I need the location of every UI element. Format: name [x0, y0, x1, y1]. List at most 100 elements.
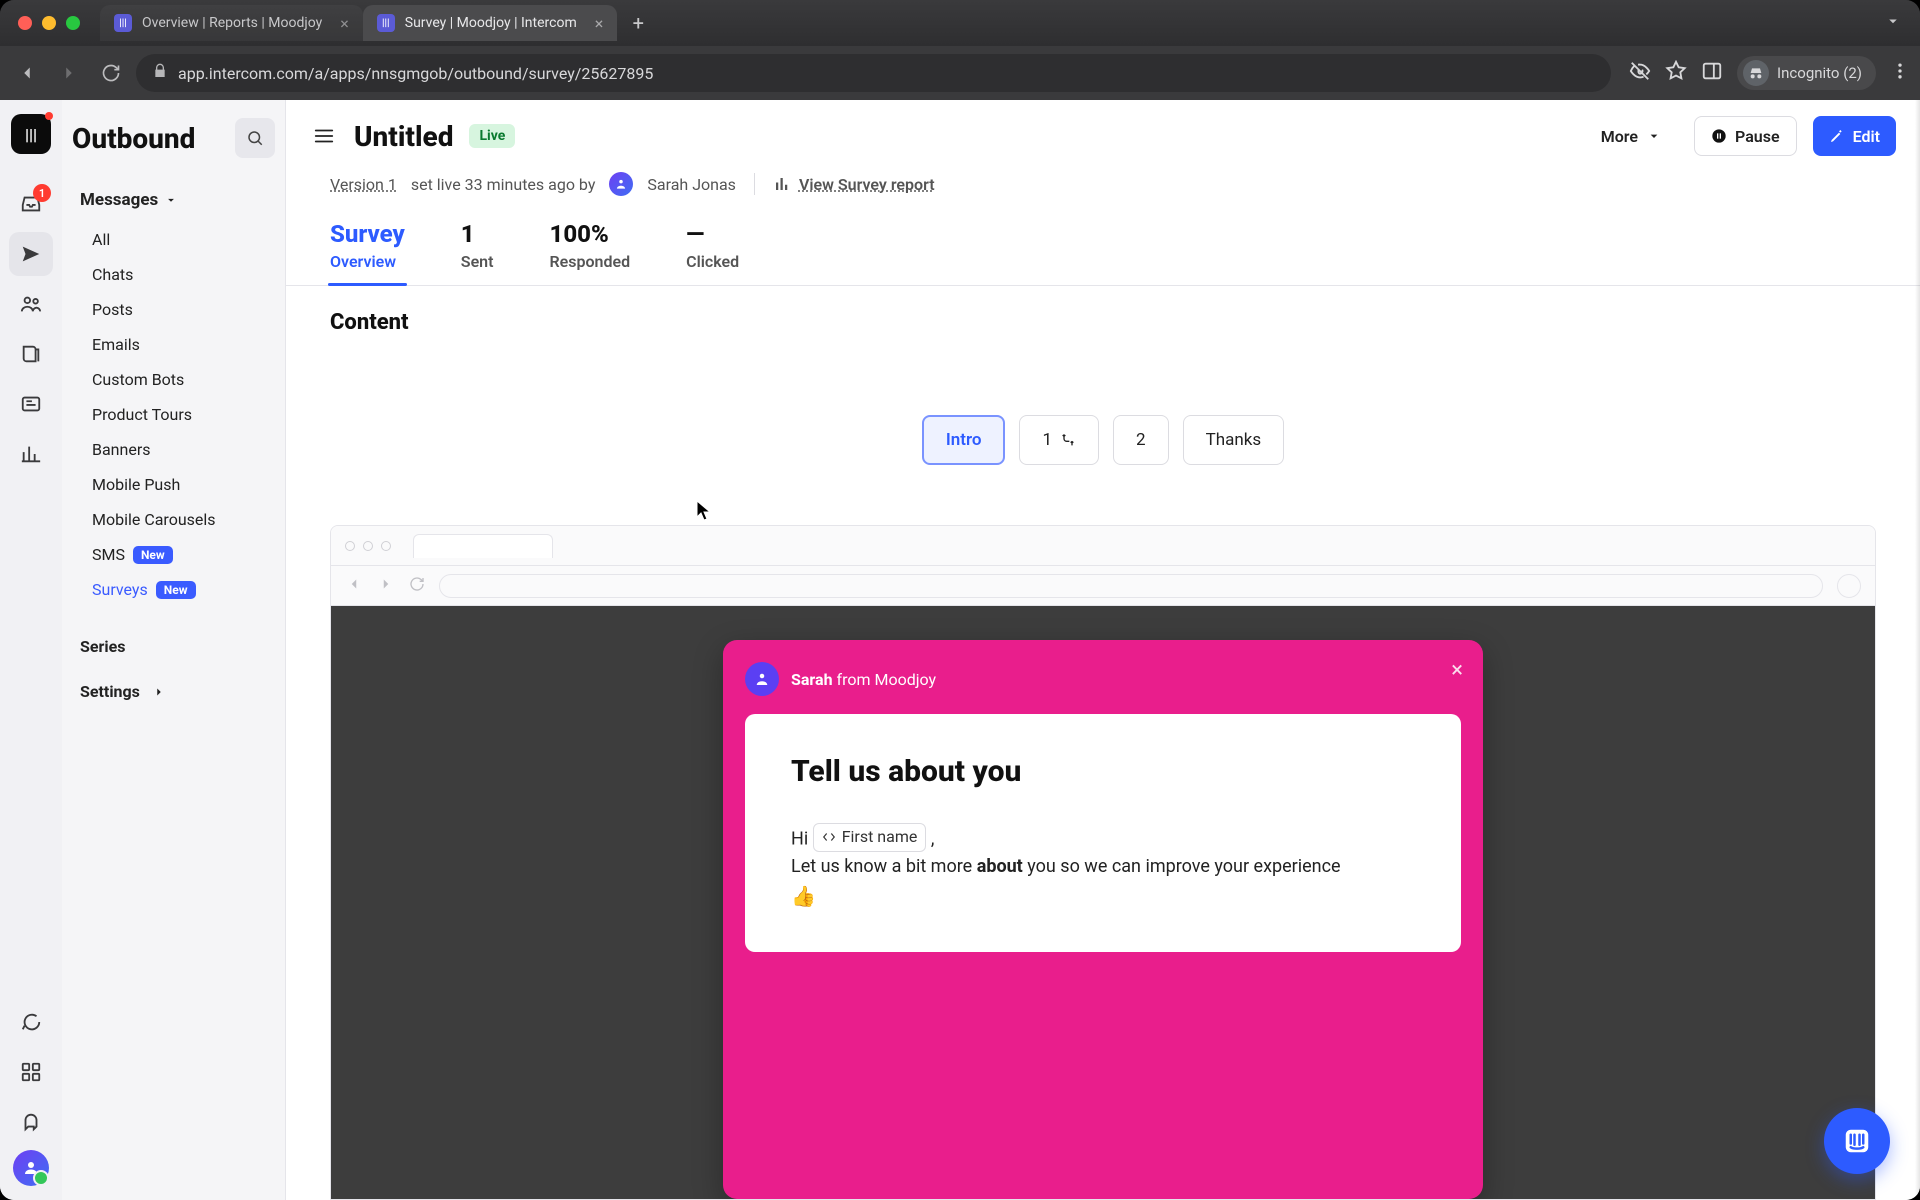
- sidebar-item-sms[interactable]: SMS New: [72, 537, 275, 572]
- toggle-sidebar-button[interactable]: [310, 122, 338, 150]
- rail-outbound[interactable]: [9, 232, 53, 276]
- sidebar-item-mobile-push[interactable]: Mobile Push: [72, 467, 275, 502]
- sidebar-item-label: Emails: [92, 335, 140, 354]
- app-logo[interactable]: |||: [11, 114, 51, 154]
- tab-overview[interactable]: ||| Overview | Reports | Moodjoy ×: [100, 5, 363, 41]
- step-label: 2: [1136, 430, 1146, 450]
- stat-label: Overview: [330, 252, 405, 271]
- rail-articles[interactable]: [9, 332, 53, 376]
- close-tab-icon[interactable]: ×: [340, 14, 349, 33]
- author-avatar: [609, 172, 633, 196]
- back-button[interactable]: [10, 56, 44, 90]
- rail-profile[interactable]: [13, 1150, 49, 1186]
- survey-avatar: [745, 662, 779, 696]
- forward-button[interactable]: [52, 56, 86, 90]
- sidebar-item-product-tours[interactable]: Product Tours: [72, 397, 275, 432]
- stat-value: —: [686, 220, 739, 248]
- version-link[interactable]: Version 1: [330, 175, 397, 194]
- tab-responded[interactable]: 100% Responded: [549, 220, 630, 285]
- new-badge: New: [133, 546, 173, 564]
- sidebar-item-emails[interactable]: Emails: [72, 327, 275, 362]
- incognito-indicator[interactable]: Incognito (2): [1737, 56, 1876, 90]
- stat-value: 1: [461, 220, 494, 248]
- sidebar-group-messages[interactable]: Messages: [72, 184, 275, 216]
- survey-text-bold: about: [977, 856, 1023, 877]
- tab-survey[interactable]: ||| Survey | Moodjoy | Intercom ×: [363, 5, 618, 41]
- window-controls[interactable]: [18, 16, 80, 30]
- step-intro[interactable]: Intro: [922, 415, 1006, 465]
- tab-clicked[interactable]: — Clicked: [686, 220, 739, 285]
- survey-from-suffix: from Moodjoy: [837, 670, 937, 689]
- page-title: Untitled: [354, 120, 453, 153]
- messenger-launcher[interactable]: [1824, 1108, 1890, 1174]
- star-icon[interactable]: [1665, 60, 1687, 86]
- preview-dot: [345, 541, 355, 551]
- kebab-menu-icon[interactable]: [1890, 61, 1910, 85]
- minimize-window[interactable]: [42, 16, 56, 30]
- thumbs-up-emoji: 👍: [791, 884, 816, 908]
- survey-text: Let us know a bit more: [791, 856, 977, 877]
- survey-body: Tell us about you Hi First name , Le: [745, 714, 1461, 952]
- preview-avatar-placeholder: [1837, 574, 1861, 598]
- preview-dot: [381, 541, 391, 551]
- rail-contacts[interactable]: [9, 282, 53, 326]
- url-field[interactable]: app.intercom.com/a/apps/nnsgmgob/outboun…: [136, 54, 1611, 92]
- rail-inbox-badge: 1: [33, 184, 51, 202]
- close-tab-icon[interactable]: ×: [595, 14, 604, 33]
- tabs-overflow-icon[interactable]: [1884, 12, 1902, 34]
- survey-close-button[interactable]: ×: [1451, 658, 1463, 683]
- tab-sent[interactable]: 1 Sent: [461, 220, 494, 285]
- rail-apps[interactable]: [9, 1050, 53, 1094]
- sidebar-item-custom-bots[interactable]: Custom Bots: [72, 362, 275, 397]
- sidebar-title: Outbound: [72, 122, 225, 155]
- close-window[interactable]: [18, 16, 32, 30]
- step-1[interactable]: 1: [1019, 415, 1099, 465]
- step-2[interactable]: 2: [1113, 415, 1169, 465]
- sidebar-item-mobile-carousels[interactable]: Mobile Carousels: [72, 502, 275, 537]
- preview-tab: [413, 534, 553, 558]
- caret-down-icon: [1646, 128, 1662, 144]
- view-report-link[interactable]: View Survey report: [773, 175, 935, 194]
- panel-icon[interactable]: [1701, 60, 1723, 86]
- status-badge: Live: [469, 124, 515, 148]
- preview-forward-icon: [377, 575, 395, 597]
- app-viewport: ||| 1: [0, 100, 1920, 1200]
- pencil-icon: [1829, 128, 1845, 144]
- maximize-window[interactable]: [66, 16, 80, 30]
- stat-value: Survey: [330, 220, 405, 248]
- sidebar-item-settings[interactable]: Settings: [72, 674, 275, 709]
- rail-reports[interactable]: [9, 432, 53, 476]
- url-text: app.intercom.com/a/apps/nnsgmgob/outboun…: [178, 64, 653, 83]
- new-tab-button[interactable]: +: [623, 8, 653, 38]
- sidebar-item-chats[interactable]: Chats: [72, 257, 275, 292]
- pause-icon: [1711, 128, 1727, 144]
- tab-overview[interactable]: Survey Overview: [330, 220, 405, 285]
- preview-url-field: [439, 574, 1823, 598]
- edit-button[interactable]: Edit: [1813, 116, 1896, 156]
- sidebar-item-posts[interactable]: Posts: [72, 292, 275, 327]
- rail-operator[interactable]: [9, 382, 53, 426]
- step-thanks[interactable]: Thanks: [1183, 415, 1285, 465]
- pause-button[interactable]: Pause: [1694, 116, 1797, 156]
- new-badge: New: [156, 581, 196, 599]
- sidebar-item-banners[interactable]: Banners: [72, 432, 275, 467]
- main: Untitled Live More Pause Edit Version 1: [286, 100, 1920, 1200]
- rail-inbox[interactable]: 1: [9, 182, 53, 226]
- eye-off-icon[interactable]: [1629, 60, 1651, 86]
- rail-messenger[interactable]: [9, 1000, 53, 1044]
- sidebar-search-button[interactable]: [235, 118, 275, 158]
- edit-label: Edit: [1853, 127, 1880, 146]
- reload-button[interactable]: [94, 56, 128, 90]
- intercom-icon: [1842, 1126, 1872, 1156]
- pause-label: Pause: [1735, 127, 1780, 146]
- survey-text: you so we can improve your experience: [1023, 856, 1341, 877]
- more-menu[interactable]: More: [1585, 116, 1678, 156]
- sidebar-item-all[interactable]: All: [72, 222, 275, 257]
- sidebar-item-series[interactable]: Series: [72, 629, 275, 664]
- preview-reload-icon: [409, 576, 425, 596]
- survey-greeting: Hi: [791, 828, 808, 849]
- preview-back-icon: [345, 575, 363, 597]
- rail-notifications[interactable]: [9, 1100, 53, 1144]
- sidebar-item-surveys[interactable]: Surveys New: [72, 572, 275, 607]
- firstname-token[interactable]: First name: [813, 823, 927, 852]
